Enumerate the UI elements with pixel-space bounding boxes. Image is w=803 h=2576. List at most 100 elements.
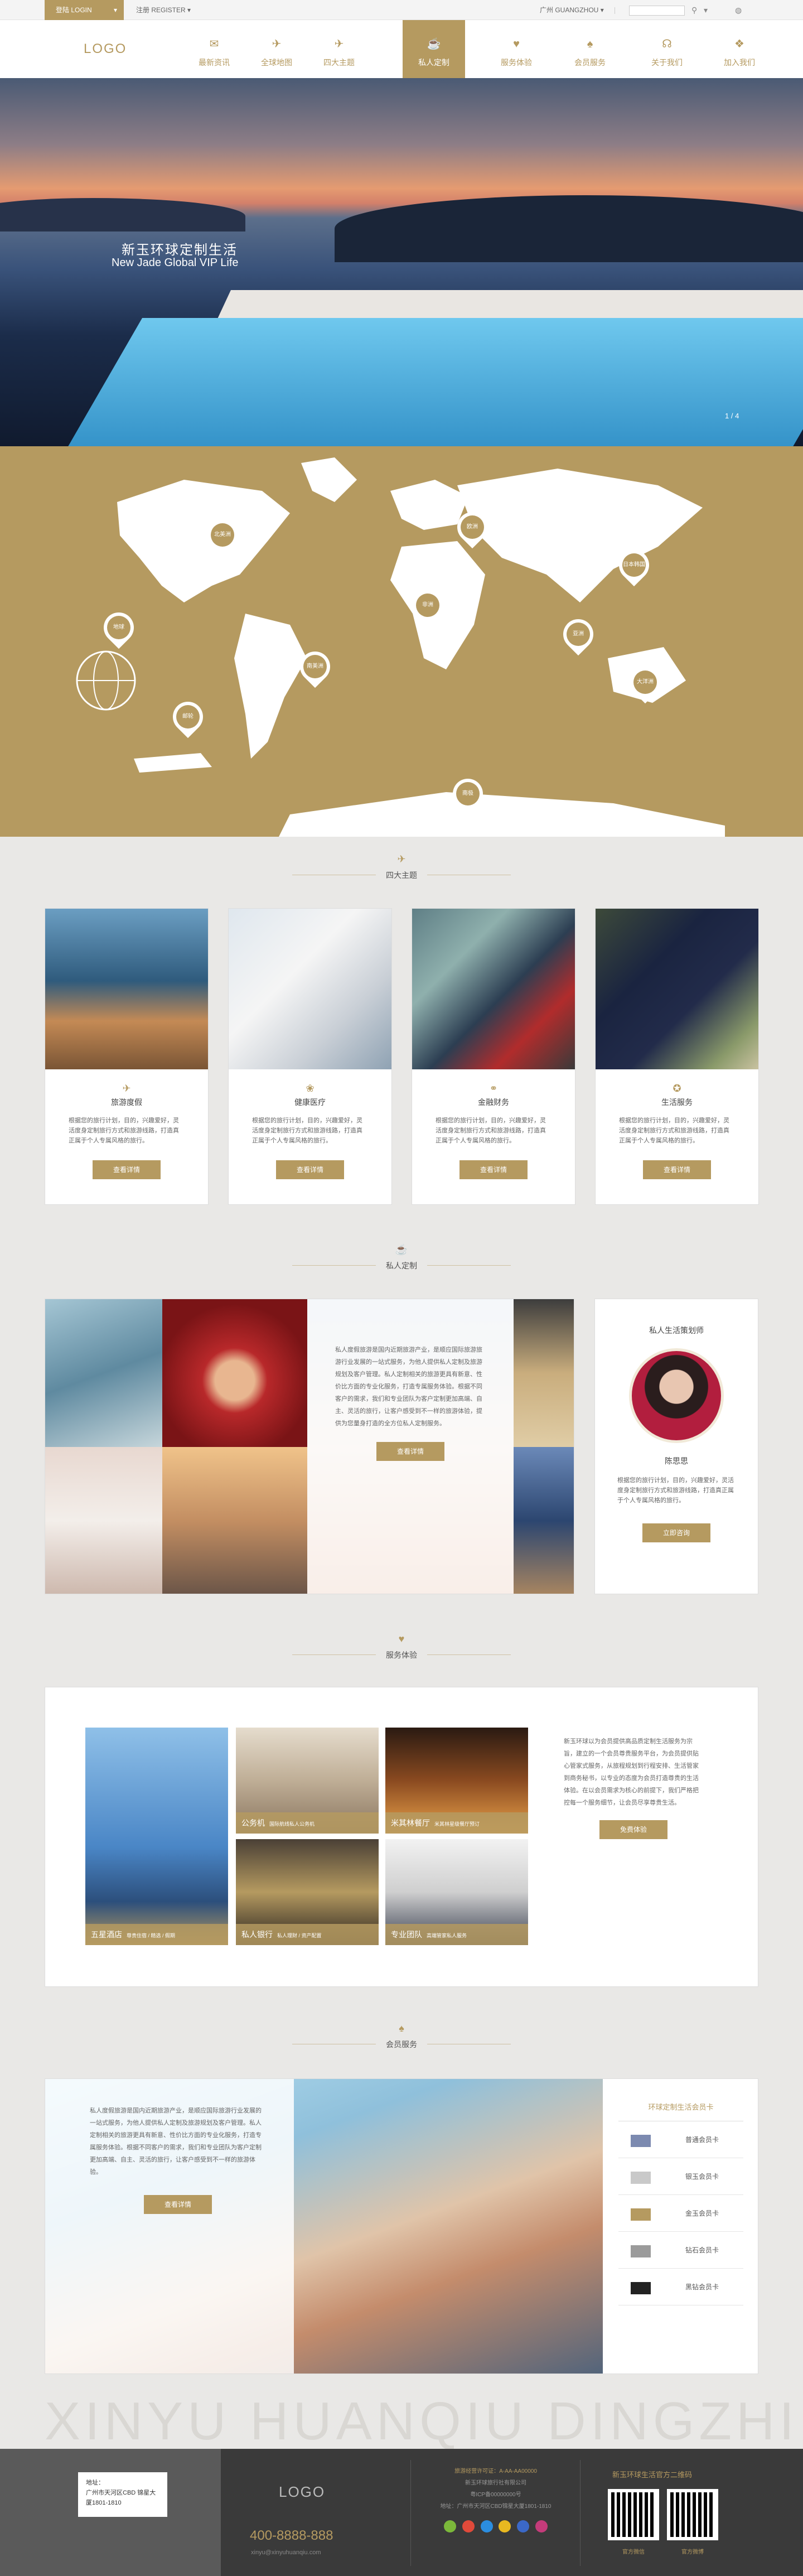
nav-label: 全球地图	[261, 58, 292, 67]
search-icon[interactable]: ⚲	[691, 0, 697, 20]
nav-item-map[interactable]: ✈ 全球地图	[245, 20, 308, 78]
theme-card-finance: ⚭ 金融财务 根据您的旅行计划，目的，兴趣爱好，灵活度身定制旅行方式和旅游线路，…	[412, 908, 575, 1205]
login-label: 登陆 LOGIN	[56, 6, 92, 14]
service-tile[interactable]: 米其林餐厅 米其林星级餐厅预订	[385, 1728, 528, 1834]
tile-title: 私人银行	[241, 1930, 273, 1939]
pin-label: 非洲	[416, 594, 439, 617]
theme-title: 生活服务	[661, 1098, 693, 1107]
themes-heading: ✈ 四大主题	[0, 853, 803, 881]
private-image	[514, 1447, 574, 1594]
divider	[580, 2460, 581, 2566]
private-image	[162, 1447, 307, 1594]
caret-down-icon[interactable]: ▾	[704, 0, 708, 20]
qr-code	[608, 2489, 659, 2540]
service-text: 新玉环球以为会员提供高品质定制生活服务为宗旨，建立的一个会员尊贵服务平台，为会员…	[564, 1738, 699, 1806]
tile-title: 米其林餐厅	[391, 1818, 430, 1827]
nav-item-themes[interactable]: ✈ 四大主题	[308, 20, 370, 78]
plane-icon: ✈	[272, 38, 282, 50]
card-thumbnail	[631, 2172, 651, 2184]
nav-item-join[interactable]: ❖ 加入我们	[708, 20, 771, 78]
member-detail-button[interactable]: 查看详情	[144, 2195, 212, 2214]
footer-map[interactable]: 地址： 广州市天河区CBD 锦星大厦1801-1810	[0, 2449, 221, 2576]
login-button[interactable]: 登陆 LOGIN ▾	[45, 0, 124, 20]
nav-item-service[interactable]: ♥ 服务体验	[485, 20, 548, 78]
private-image	[45, 1299, 162, 1447]
tile-sub: 私人理财 / 资产配置	[277, 1933, 322, 1938]
city-selector[interactable]: 广州 GUANGZHOU ▾	[540, 0, 604, 20]
nav-item-private[interactable]: ☕ 私人定制	[403, 20, 465, 78]
private-text: 私人度假旅游是国内近期旅游产业，是顺应国际旅游旅游行业发展的一站式服务，为他人提…	[335, 1347, 482, 1427]
theme-detail-button[interactable]: 查看详情	[643, 1160, 711, 1179]
main-nav: LOGO ✉ 最新资讯 ✈ 全球地图 ✈ 四大主题 ☕ 私人定制 ♥ 服务体验 ♠ 会员服务…	[0, 20, 803, 78]
logo[interactable]: LOGO	[84, 41, 127, 57]
private-detail-button[interactable]: 查看详情	[376, 1442, 444, 1461]
footer-address-text: 地址：广州市天河区CBD锦星大厦1801-1810	[440, 2503, 552, 2510]
theme-detail-button[interactable]: 查看详情	[93, 1160, 161, 1179]
theme-detail-button[interactable]: 查看详情	[459, 1160, 528, 1179]
member-list-title: 环球定制生活会员卡	[618, 2101, 743, 2121]
tile-sub: 尊贵住宿 / 精选 / 假期	[127, 1933, 176, 1938]
license-text: 旅游经营许可证：A-AA-AA00000	[454, 2468, 537, 2474]
theme-detail-button[interactable]: 查看详情	[276, 1160, 344, 1179]
service-caption: 专业团队 高端管家私人服务	[385, 1924, 528, 1945]
register-link[interactable]: 注册 REGISTER ▾	[136, 0, 191, 20]
cup-icon: ☕	[395, 1244, 408, 1255]
theme-title: 旅游度假	[111, 1098, 142, 1107]
hero-title: 新玉环球定制生活	[122, 243, 238, 258]
member-card-item[interactable]: 黑钻会员卡	[618, 2269, 743, 2305]
service-caption: 五星酒店 尊贵住宿 / 精选 / 假期	[85, 1924, 228, 1945]
nav-item-member[interactable]: ♠ 会员服务	[559, 20, 621, 78]
theme-desc: 根据您的旅行计划，目的，兴趣爱好，灵活度身定制旅行方式和旅游线路，打造真正属于个…	[436, 1117, 546, 1144]
member-card-item[interactable]: 钻石会员卡	[618, 2232, 743, 2269]
member-card-item[interactable]: 普通会员卡	[618, 2121, 743, 2158]
card-thumbnail	[631, 2245, 651, 2257]
spade-icon: ♠	[587, 38, 593, 50]
hero-pager[interactable]: 1 / 4	[725, 412, 739, 420]
nav-label: 最新资讯	[199, 58, 230, 67]
plane-icon: ✈	[334, 38, 344, 50]
card-label: 黑钻会员卡	[685, 2283, 719, 2291]
bulb-icon: ✪	[673, 1083, 681, 1094]
service-tile[interactable]: 私人银行 私人理财 / 资产配置	[236, 1839, 379, 1945]
globe-icon[interactable]: ◍	[735, 0, 742, 20]
service-tile[interactable]: 专业团队 高端管家私人服务	[385, 1839, 528, 1945]
private-image	[514, 1299, 574, 1447]
service-caption: 公务机 国际航线私人公务机	[236, 1812, 379, 1834]
nav-label: 私人定制	[418, 58, 449, 67]
hero-pool	[58, 318, 803, 446]
footer-logo[interactable]: LOGO	[279, 2483, 325, 2501]
member-card-item[interactable]: 金玉会员卡	[618, 2195, 743, 2232]
member-card-item[interactable]: 银玉会员卡	[618, 2158, 743, 2195]
share-icon[interactable]	[535, 2520, 548, 2532]
nav-label: 加入我们	[724, 58, 755, 67]
star-icon[interactable]	[499, 2520, 511, 2532]
pin-label: 日本韩国	[622, 553, 646, 577]
pin-label: 地球	[107, 616, 130, 639]
weibo-icon[interactable]	[462, 2520, 475, 2532]
company-text: 新玉环球旅行社有限公司	[465, 2480, 526, 2486]
card-thumbnail	[631, 2135, 651, 2147]
baidu-icon[interactable]	[517, 2520, 530, 2532]
member-card-list: 环球定制生活会员卡 普通会员卡 银玉会员卡 金玉会员卡 钻石会员卡 黑钻会员卡	[603, 2079, 758, 2374]
nav-item-news[interactable]: ✉ 最新资讯	[183, 20, 245, 78]
consult-button[interactable]: 立即咨询	[642, 1523, 710, 1542]
caret-down-icon: ▾	[187, 6, 191, 14]
footer-info: 旅游经营许可证：A-AA-AA00000 新玉环球旅行社有限公司 粤ICP备00…	[432, 2466, 560, 2537]
wechat-icon[interactable]	[444, 2520, 457, 2532]
footer-email[interactable]: xinyu@xinyuhuanqiu.com	[251, 2549, 321, 2556]
top-bar: 登陆 LOGIN ▾ 注册 REGISTER ▾ 广州 GUANGZHOU ▾ ⚲…	[0, 0, 803, 20]
avatar	[629, 1348, 724, 1443]
pin-label: 大洋洲	[633, 670, 657, 694]
card-label: 钻石会员卡	[685, 2246, 719, 2254]
service-tile[interactable]: 五星酒店 尊贵住宿 / 精选 / 假期	[85, 1728, 228, 1945]
search-input[interactable]	[629, 6, 685, 16]
service-tile[interactable]: 公务机 国际航线私人公务机	[236, 1728, 379, 1834]
nav-item-about[interactable]: ☊ 关于我们	[636, 20, 698, 78]
private-heading: ☕ 私人定制	[0, 1244, 803, 1271]
free-trial-button[interactable]: 免费体验	[599, 1820, 667, 1839]
nav-label: 四大主题	[323, 58, 355, 67]
world-map-section: 北美洲 欧洲 非洲 亚洲 日本韩国 大洋洲 南美洲 地球 邮轮 南极	[0, 446, 803, 837]
join-icon: ❖	[734, 38, 744, 50]
qq-icon[interactable]	[480, 2520, 493, 2532]
tile-title: 公务机	[241, 1818, 265, 1827]
